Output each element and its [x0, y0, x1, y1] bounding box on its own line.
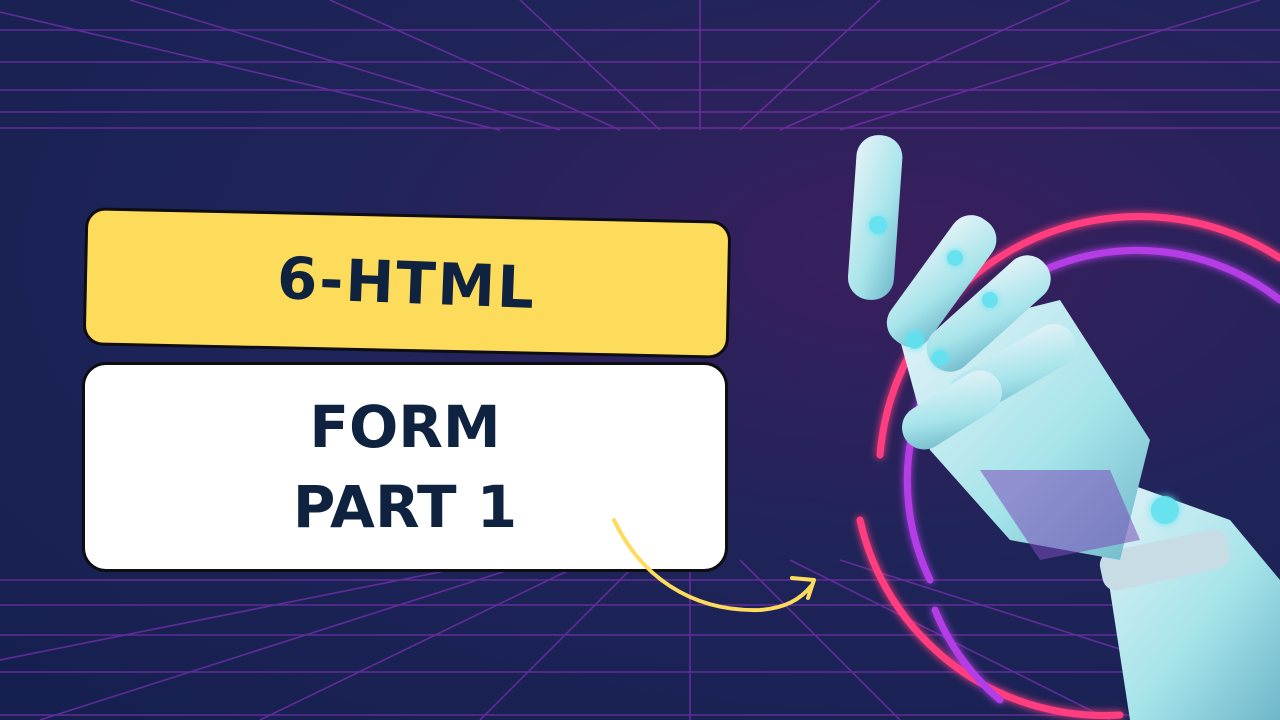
subtitle-card: FORM PART 1 — [82, 362, 728, 572]
robot-hand-illustration — [847, 135, 1280, 720]
subtitle-line-1: FORM — [309, 393, 501, 461]
subtitle-line-2: PART 1 — [292, 473, 518, 541]
title-card: 6-HTML — [82, 207, 732, 359]
video-title: 6-HTML — [276, 244, 538, 322]
